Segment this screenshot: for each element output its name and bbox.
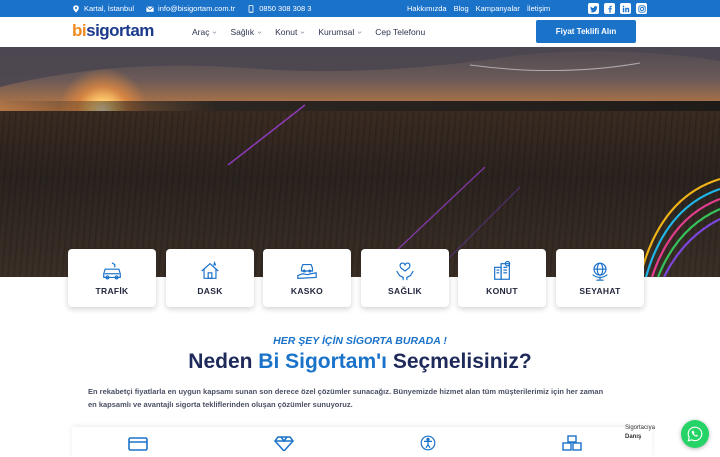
category-label: SEYAHAT [579,286,621,296]
insurance-categories: TRAFİK DASK KASKO SAĞLIK KONUT SEYAHAT [68,249,648,307]
category-label: KONUT [486,286,518,296]
logo-prefix: bi [72,21,87,40]
category-label: KASKO [290,286,324,296]
category-seyahat[interactable]: SEYAHAT [556,249,644,307]
top-bar: Kartal, İstanbul info@bisigortam.com.tr … [0,0,720,17]
category-dask[interactable]: DASK [166,249,254,307]
nav-label: Araç [192,27,210,37]
nav-label: Sağlık [230,27,255,37]
link-campaigns[interactable]: Kampanyalar [476,4,520,13]
link-blog[interactable]: Blog [454,4,469,13]
nav-item-saglik[interactable]: Sağlık [230,27,262,37]
whatsapp-icon [687,426,703,442]
card-icon [128,437,148,451]
twitter-icon[interactable] [588,3,599,14]
whatsapp-label: Sigortacıya Danış [625,424,655,442]
link-contact[interactable]: İletişim [527,4,550,13]
accessibility-icon [420,435,436,451]
top-links: Hakkımızda Blog Kampanyalar İletişim [407,0,550,17]
get-quote-button[interactable]: Fiyat Teklifi Alın [536,20,636,43]
whatsapp-button[interactable] [681,420,709,448]
title-brand: Bi Sigortam'ı [258,350,387,373]
email-text[interactable]: info@bisigortam.com.tr [158,4,235,13]
site-logo[interactable]: bisigortam [72,21,154,41]
chevron-down-icon [300,30,305,34]
chevron-down-icon [213,30,217,34]
link-about[interactable]: Hakkımızda [407,4,447,13]
category-label: TRAFİK [95,286,129,296]
category-kasko[interactable]: KASKO [263,249,351,307]
logo-suffix: sigortam [86,21,154,40]
diamond-icon [274,436,294,451]
nav-label: Cep Telefonu [375,27,426,37]
social-links [588,3,647,14]
title-part-2: Seçmelisiniz? [386,350,532,373]
house-icon [201,260,219,279]
health-icon [396,262,414,281]
mail-icon [146,5,154,12]
category-label: DASK [197,286,223,296]
phone-text[interactable]: 0850 308 308 3 [259,4,311,13]
main-header: bisigortam Araç Sağlık Konut Kurumsal Ce… [0,17,720,47]
nav-item-konut[interactable]: Konut [275,27,305,37]
location-pin-icon [73,4,79,13]
nav-label: Konut [275,27,298,37]
nav-item-cep-telefonu[interactable]: Cep Telefonu [375,27,425,37]
phone-item[interactable]: 0850 308 308 3 [247,4,311,13]
chevron-down-icon [257,30,262,34]
boxes-icon [562,435,582,451]
category-trafik[interactable]: TRAFİK [68,249,156,307]
contact-info: Kartal, İstanbul info@bisigortam.com.tr … [72,0,311,17]
main-nav: Araç Sağlık Konut Kurumsal Cep Telefonu [192,17,425,47]
title-part-1: Neden [188,350,259,373]
whatsapp-line-1: Sigortacıya [625,425,656,431]
section-kicker: HER ŞEY İÇİN SİGORTA BURADA ! [273,335,447,347]
location-text: Kartal, İstanbul [84,4,135,13]
category-konut[interactable]: KONUT [458,249,546,307]
email-item[interactable]: info@bisigortam.com.tr [146,4,235,13]
globe-icon [592,262,608,281]
category-saglik[interactable]: SAĞLIK [361,249,449,307]
features-strip [72,427,652,457]
whatsapp-line-2: Danış [625,434,642,440]
building-icon [494,260,511,280]
nav-label: Kurumsal [318,27,355,37]
hero-banner [0,47,720,277]
section-title: Neden Bi Sigortam'ı Seçmelisiniz? [0,350,720,374]
nav-item-kurumsal[interactable]: Kurumsal [318,27,362,37]
location-item: Kartal, İstanbul [72,4,134,13]
hero-decor-lines [0,47,720,277]
linkedin-icon[interactable] [620,3,631,14]
category-label: SAĞLIK [388,286,422,296]
car-icon [103,262,121,280]
facebook-icon[interactable] [604,3,615,14]
phone-icon [248,4,254,13]
car-hand-icon [297,263,317,279]
instagram-icon[interactable] [636,3,647,14]
nav-item-arac[interactable]: Araç [192,27,217,37]
chevron-down-icon [357,30,362,34]
section-description: En rekabetçi fiyatlarla en uygun kapsamı… [88,387,604,409]
